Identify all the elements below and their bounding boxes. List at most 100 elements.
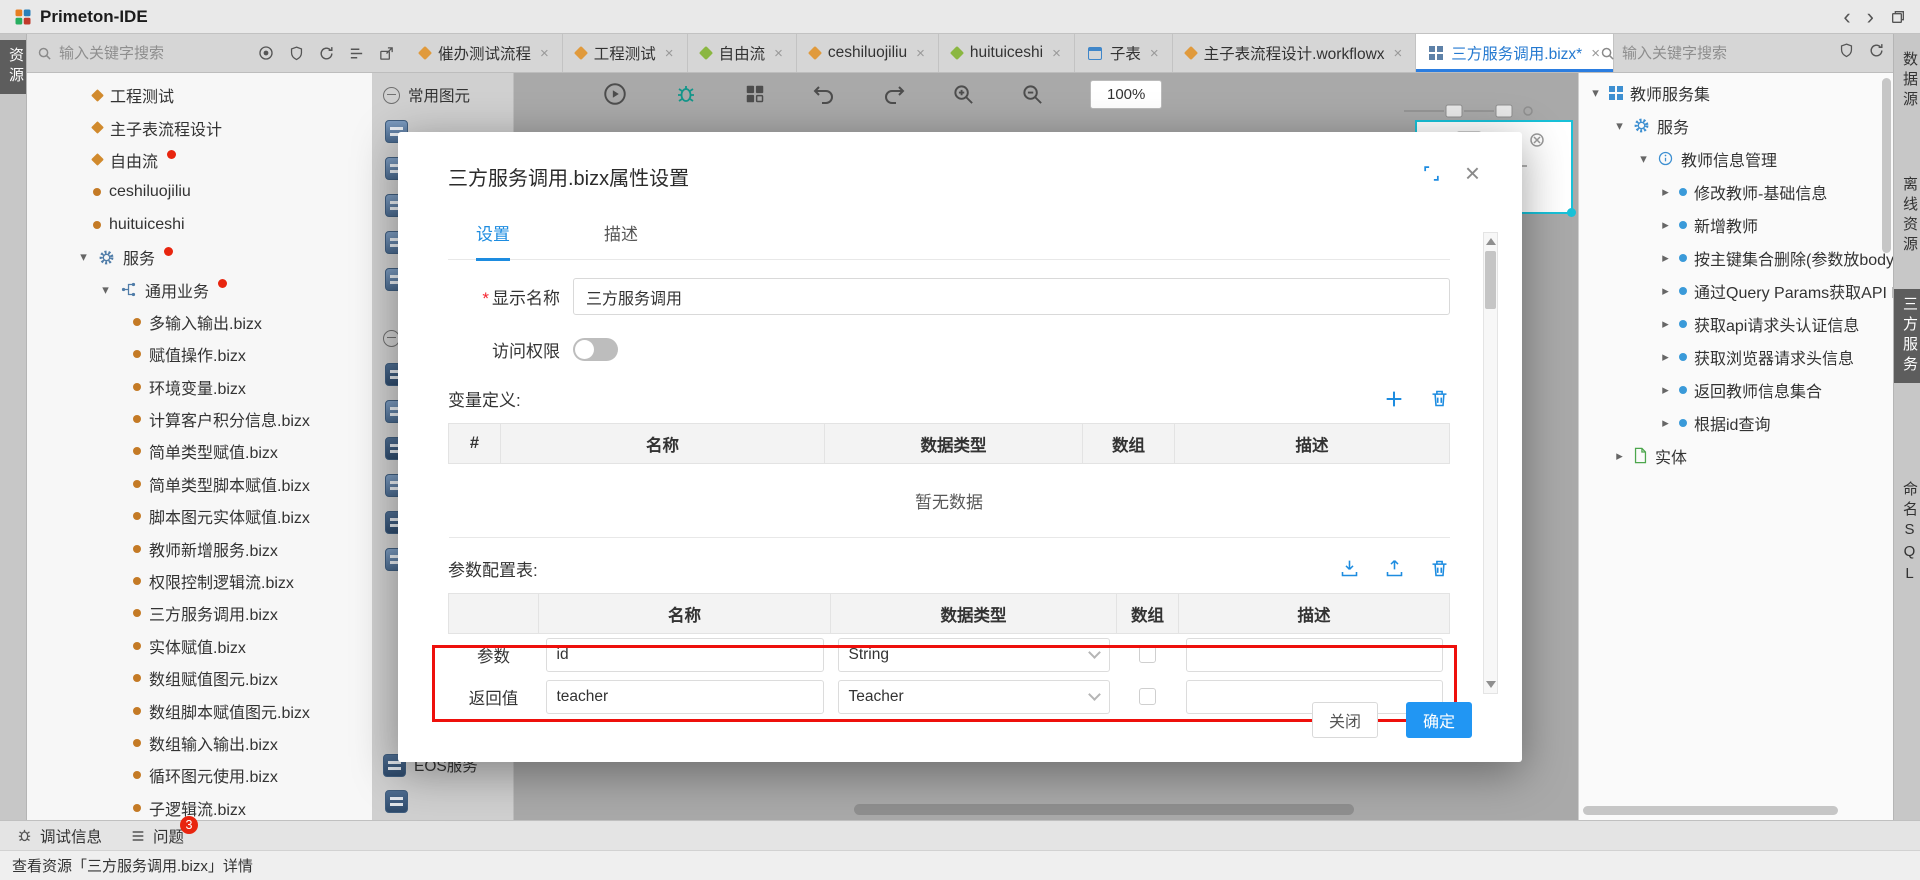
- delete-variable-icon[interactable]: [1429, 388, 1450, 409]
- caret-down-icon[interactable]: ▾: [1589, 85, 1602, 101]
- canvas-horizontal-scrollbar[interactable]: [514, 804, 1578, 815]
- caret-right-icon[interactable]: ▸: [1659, 217, 1672, 233]
- close-icon[interactable]: ×: [774, 45, 783, 62]
- tree-item-bizx[interactable]: 脚本图元实体赋值.bizx: [27, 500, 372, 532]
- rail-tab-resources[interactable]: 资源: [0, 40, 26, 94]
- tree-item-bizx[interactable]: 教师新增服务.bizx: [27, 532, 372, 564]
- run-icon[interactable]: [602, 81, 628, 107]
- redo-icon[interactable]: [882, 82, 906, 106]
- refresh-icon[interactable]: [1868, 42, 1885, 64]
- shield-icon[interactable]: [288, 45, 305, 62]
- ok-button[interactable]: 确定: [1406, 702, 1472, 738]
- param-type-select[interactable]: String: [838, 638, 1110, 672]
- service-method[interactable]: ▸通过Query Params获取API Key: [1579, 274, 1893, 307]
- service-panel-vscrollbar[interactable]: [1882, 78, 1891, 253]
- tab-description[interactable]: 描述: [604, 220, 638, 259]
- debug-info-toggle[interactable]: 调试信息: [16, 825, 102, 847]
- tree-item-bizx[interactable]: 三方服务调用.bizx: [27, 597, 372, 629]
- rail-tab-datasource[interactable]: 数据源: [1894, 44, 1920, 118]
- service-method[interactable]: ▸获取浏览器请求头信息: [1579, 340, 1893, 373]
- tree-item-bizx[interactable]: 简单类型赋值.bizx: [27, 435, 372, 467]
- tab-settings[interactable]: 设置: [476, 220, 510, 261]
- service-method[interactable]: ▸修改教师-基础信息: [1579, 175, 1893, 208]
- layers-icon[interactable]: [744, 83, 766, 105]
- rail-tab-offline-resources[interactable]: 离线资源: [1894, 169, 1920, 263]
- modal-vscrollbar[interactable]: [1483, 232, 1498, 694]
- close-button[interactable]: 关闭: [1312, 702, 1378, 738]
- tree-item[interactable]: ceshiluojiliu: [27, 176, 372, 208]
- tree-item[interactable]: huituiceshi: [27, 209, 372, 241]
- scrollbar-thumb[interactable]: [1485, 251, 1496, 309]
- search-input[interactable]: [59, 45, 219, 62]
- caret-right-icon[interactable]: ▸: [1659, 349, 1672, 365]
- scroll-up-icon[interactable]: [1486, 238, 1496, 245]
- close-icon[interactable]: ×: [1052, 45, 1061, 62]
- close-icon[interactable]: ×: [916, 45, 925, 62]
- problems-toggle[interactable]: 问题 3: [130, 825, 184, 847]
- service-method[interactable]: ▸新增教师: [1579, 208, 1893, 241]
- tab-cuiban-ceshi[interactable]: 催办测试流程 ×: [407, 34, 563, 72]
- service-method[interactable]: ▸根据id查询: [1579, 406, 1893, 439]
- close-icon[interactable]: ×: [1394, 45, 1403, 62]
- rail-tab-third-party-services[interactable]: 三方服务: [1894, 289, 1920, 383]
- nav-back-icon[interactable]: ‹: [1843, 6, 1850, 28]
- tree-group-business[interactable]: ▾ 通用业务: [27, 273, 372, 305]
- tree-item-bizx[interactable]: 循环图元使用.bizx: [27, 759, 372, 791]
- right-search-box[interactable]: [1590, 45, 1825, 62]
- caret-down-icon[interactable]: ▾: [99, 282, 112, 298]
- tree-item-bizx[interactable]: 数组赋值图元.bizx: [27, 662, 372, 694]
- array-checkbox[interactable]: [1139, 688, 1156, 705]
- tree-item-bizx[interactable]: 计算客户积分信息.bizx: [27, 403, 372, 435]
- param-name-input[interactable]: [546, 680, 824, 714]
- tree-item-bizx[interactable]: 数组脚本赋值图元.bizx: [27, 694, 372, 726]
- entity-node[interactable]: ▸ 实体: [1579, 439, 1893, 472]
- scroll-down-icon[interactable]: [1486, 681, 1496, 688]
- tab-ziyouliu[interactable]: 自由流 ×: [688, 34, 797, 72]
- tab-ceshiluojiliu[interactable]: ceshiluojiliu ×: [797, 34, 939, 72]
- tree-item-bizx[interactable]: 数组输入输出.bizx: [27, 727, 372, 759]
- layout-toggle-icon[interactable]: [1890, 9, 1906, 25]
- caret-right-icon[interactable]: ▸: [1659, 415, 1672, 431]
- service-method[interactable]: ▸按主键集合删除(参数放body): [1579, 241, 1893, 274]
- tree-item[interactable]: 工程测试: [27, 79, 372, 111]
- array-checkbox[interactable]: [1139, 646, 1156, 663]
- list-icon[interactable]: [348, 45, 365, 62]
- close-icon[interactable]: ×: [1465, 160, 1480, 186]
- close-icon[interactable]: ×: [1150, 45, 1159, 62]
- tab-workflowx[interactable]: 主子表流程设计.workflowx ×: [1173, 34, 1417, 72]
- shield-icon[interactable]: [1838, 42, 1855, 64]
- service-method[interactable]: ▸获取api请求头认证信息: [1579, 307, 1893, 340]
- collapse-icon[interactable]: [383, 87, 400, 104]
- tree-group-services[interactable]: ▾ 服务: [27, 241, 372, 273]
- caret-down-icon[interactable]: ▾: [1613, 118, 1626, 134]
- caret-right-icon[interactable]: ▸: [1659, 184, 1672, 200]
- tab-gongcheng-ceshi[interactable]: 工程测试 ×: [563, 34, 688, 72]
- caret-down-icon[interactable]: ▾: [77, 249, 90, 265]
- tab-huituiceshi[interactable]: huituiceshi ×: [939, 34, 1075, 72]
- tree-item-bizx[interactable]: 实体赋值.bizx: [27, 630, 372, 662]
- tree-item-bizx[interactable]: 权限控制逻辑流.bizx: [27, 565, 372, 597]
- service-mgmt-node[interactable]: ▾ 教师信息管理: [1579, 142, 1893, 175]
- tree-item-bizx[interactable]: 多输入输出.bizx: [27, 306, 372, 338]
- tree-item-bizx[interactable]: 简单类型脚本赋值.bizx: [27, 468, 372, 500]
- caret-right-icon[interactable]: ▸: [1659, 382, 1672, 398]
- display-name-input[interactable]: [573, 278, 1450, 315]
- caret-right-icon[interactable]: ▸: [1613, 448, 1626, 464]
- refresh-icon[interactable]: [318, 45, 335, 62]
- param-type-select[interactable]: Teacher: [838, 680, 1110, 714]
- zoom-out-icon[interactable]: [1021, 83, 1044, 106]
- tab-zibiao[interactable]: 子表 ×: [1075, 34, 1173, 72]
- debug-bug-icon[interactable]: [674, 82, 698, 106]
- rail-tab-named-sql[interactable]: 命名SQL: [1894, 474, 1920, 594]
- selection-handle[interactable]: [1567, 208, 1576, 217]
- palette-element[interactable]: [383, 783, 505, 820]
- close-icon[interactable]: ×: [540, 45, 549, 62]
- service-panel-hscrollbar[interactable]: [1583, 806, 1838, 815]
- import-icon[interactable]: [1339, 558, 1360, 579]
- service-node[interactable]: ▾ 服务: [1579, 109, 1893, 142]
- close-icon[interactable]: ×: [665, 45, 674, 62]
- target-icon[interactable]: [257, 44, 275, 62]
- tree-item[interactable]: 主子表流程设计: [27, 111, 372, 143]
- palette-group-common[interactable]: 常用图元: [383, 77, 505, 113]
- tree-item[interactable]: 自由流: [27, 144, 372, 176]
